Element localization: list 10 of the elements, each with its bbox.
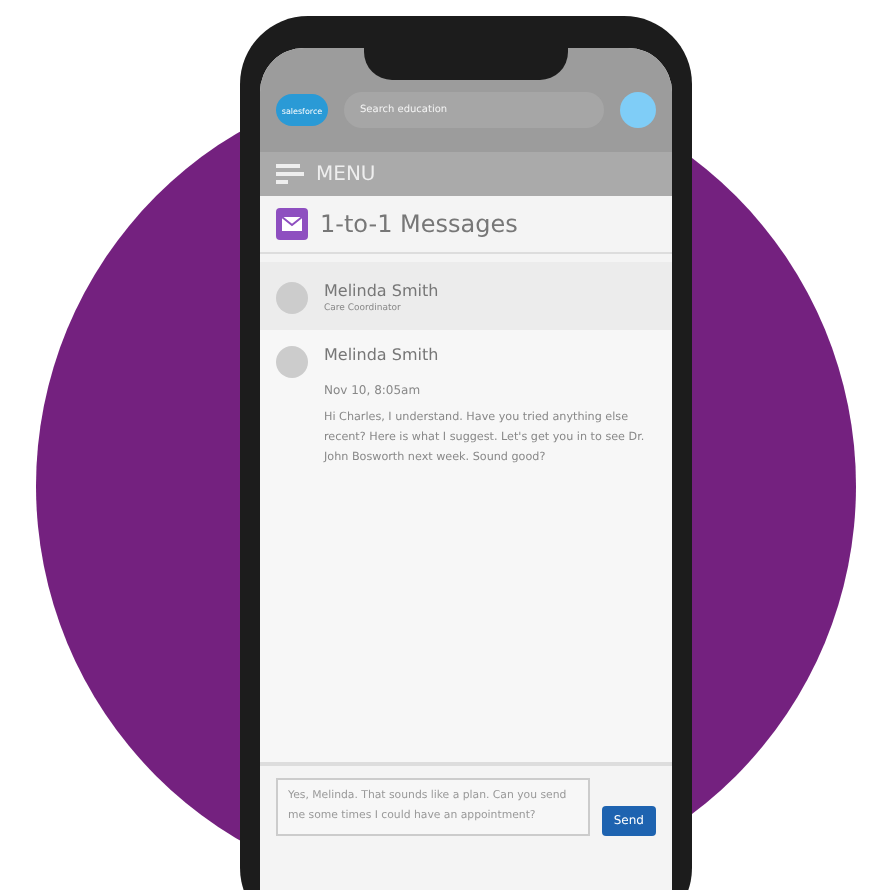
menu-icon xyxy=(276,164,304,184)
avatar-circle xyxy=(276,282,308,314)
page-title: 1-to-1 Messages xyxy=(320,210,518,238)
sender-name: Melinda Smith xyxy=(324,346,441,364)
avatar-circle[interactable] xyxy=(620,92,656,128)
avatar-circle xyxy=(276,346,308,378)
menu-bar[interactable]: MENU xyxy=(260,152,672,196)
menu-label: MENU xyxy=(316,163,376,185)
envelope-icon xyxy=(276,208,308,240)
contact-name: Melinda Smith xyxy=(324,282,439,300)
